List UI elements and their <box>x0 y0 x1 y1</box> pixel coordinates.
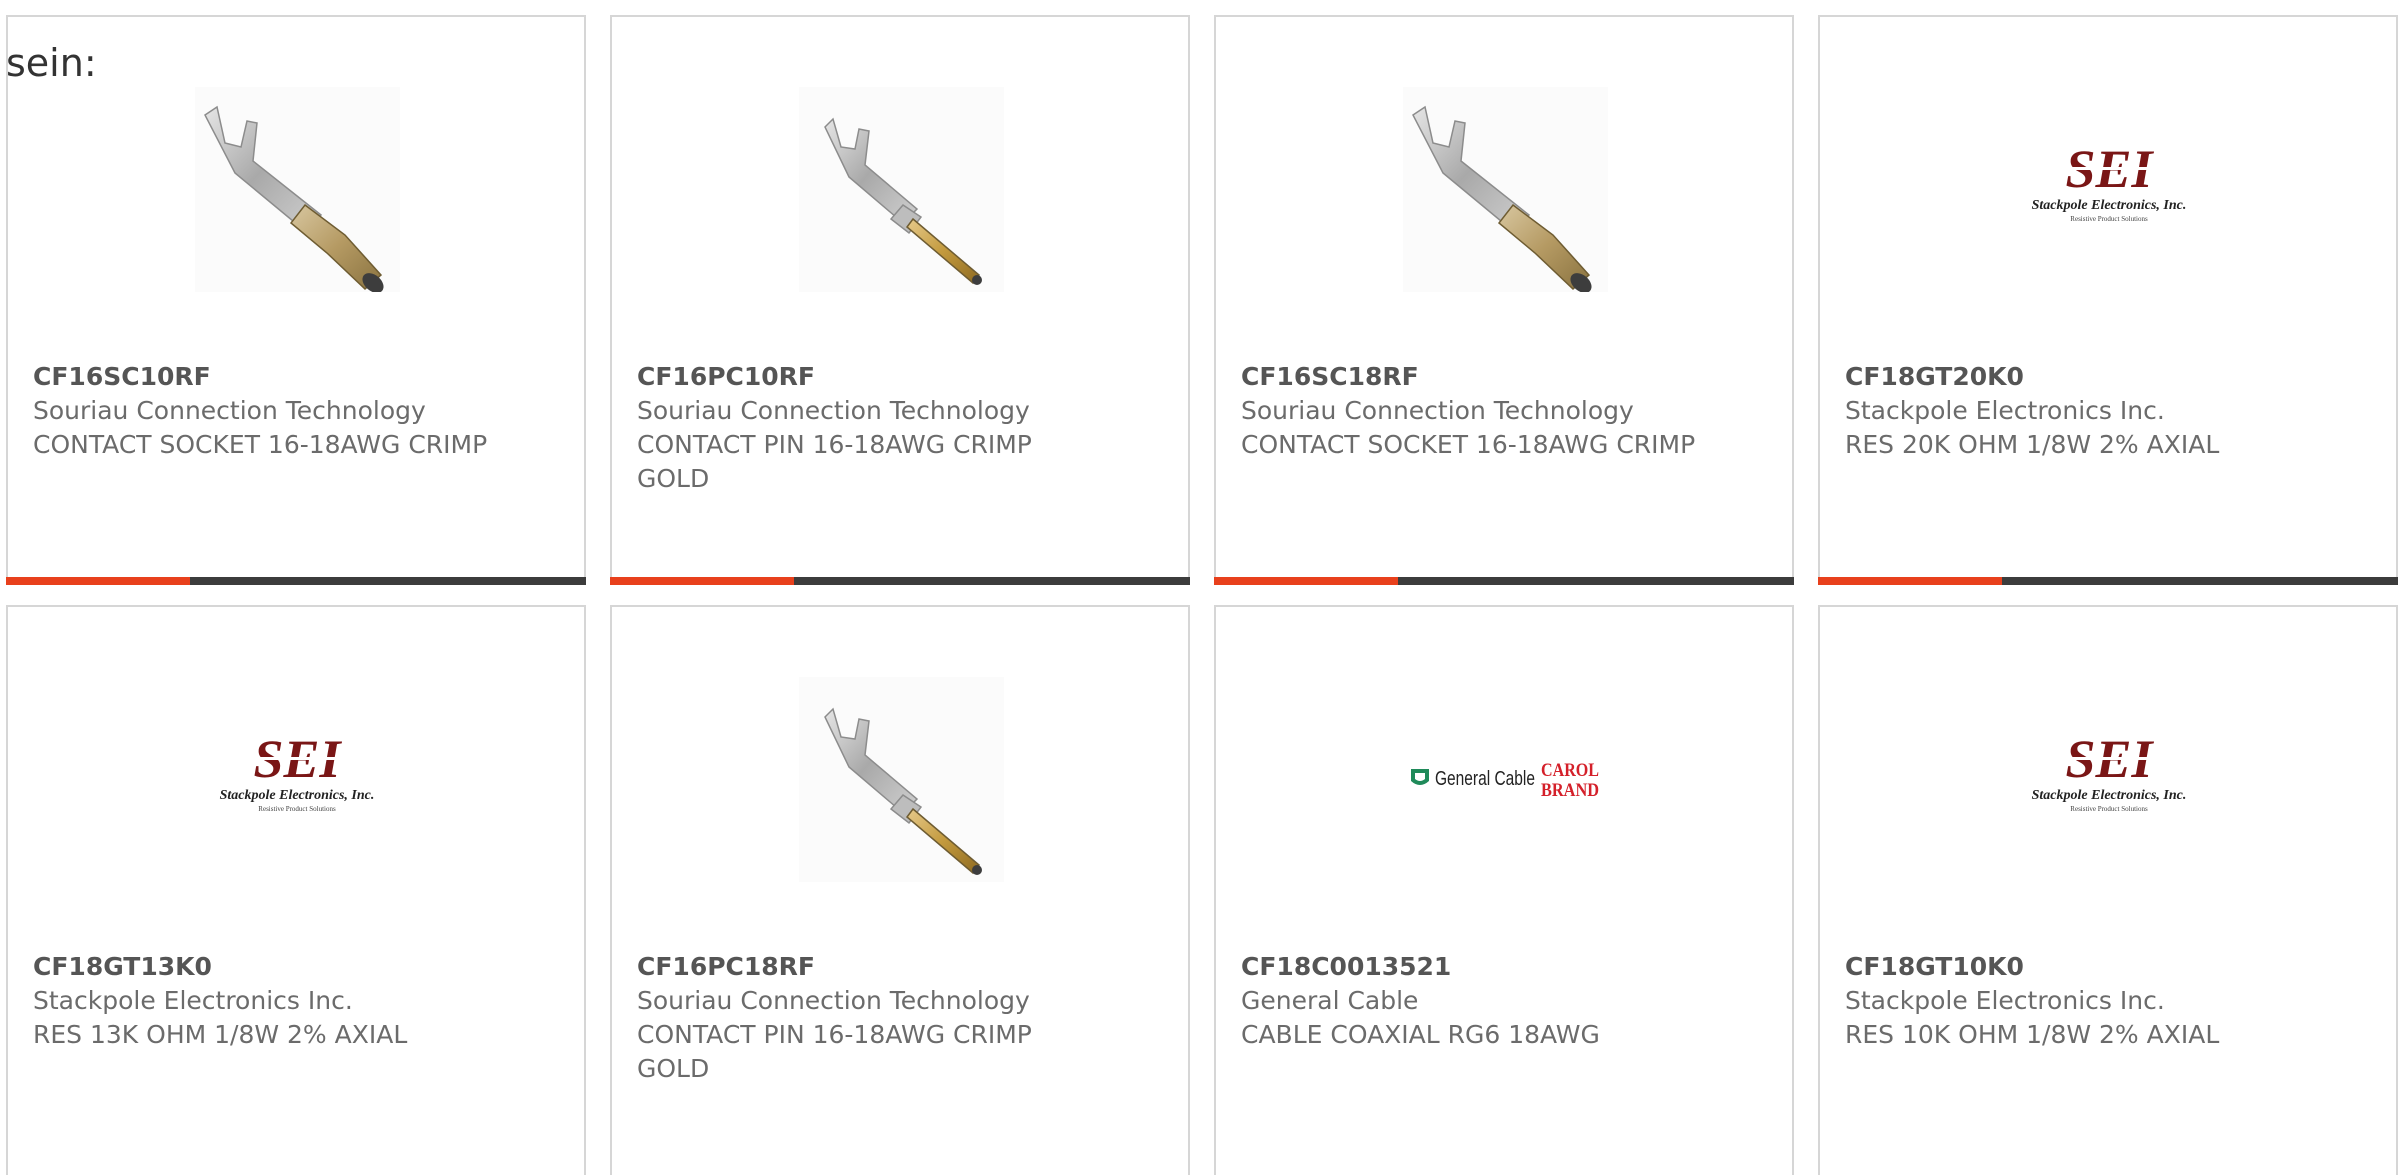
description: RES 13K OHM 1/8W 2% AXIAL <box>33 1020 408 1049</box>
product-image[interactable]: General Cable CAROL BRAND <box>1403 677 1608 882</box>
product-image[interactable] <box>1403 87 1608 292</box>
card-bar-accent <box>1214 577 1398 585</box>
manufacturer: Souriau Connection Technology <box>637 986 1030 1015</box>
sei-logo-tagline: Resistive Product Solutions <box>2070 215 2148 223</box>
manufacturer: General Cable <box>1241 986 1419 1015</box>
part-number[interactable]: CF16PC18RF <box>637 950 1097 984</box>
part-number[interactable]: CF18GT20K0 <box>1845 360 2305 394</box>
product-card[interactable]: SEI Stackpole Electronics, Inc. Resistiv… <box>1818 15 2398 585</box>
sei-logo-tagline: Resistive Product Solutions <box>258 805 336 813</box>
product-card[interactable]: CF16PC10RF Souriau Connection Technology… <box>610 15 1190 585</box>
part-number[interactable]: CF16SC10RF <box>33 360 493 394</box>
contact-pin-icon <box>799 87 1004 292</box>
description: CABLE COAXIAL RG6 18AWG <box>1241 1020 1600 1049</box>
part-number[interactable]: CF18GT10K0 <box>1845 950 2305 984</box>
card-bar <box>1214 577 1794 585</box>
part-number[interactable]: CF18GT13K0 <box>33 950 493 984</box>
card-bar <box>610 577 1190 585</box>
product-image[interactable] <box>799 87 1004 292</box>
part-number[interactable]: CF16SC18RF <box>1241 360 1701 394</box>
part-number[interactable]: CF18C0013521 <box>1241 950 1701 984</box>
contact-socket-icon <box>195 87 400 292</box>
card-bar <box>6 577 586 585</box>
product-card[interactable]: CF16SC18RF Souriau Connection Technology… <box>1214 15 1794 585</box>
product-grid: CF16SC10RF Souriau Connection Technology… <box>6 15 2400 1175</box>
manufacturer: Stackpole Electronics Inc. <box>1845 396 2165 425</box>
product-card[interactable]: CF16PC18RF Souriau Connection Technology… <box>610 605 1190 1175</box>
sei-logo-tagline: Resistive Product Solutions <box>2070 805 2148 813</box>
contact-socket-icon <box>1403 87 1608 292</box>
product-card[interactable]: SEI Stackpole Electronics, Inc. Resistiv… <box>1818 605 2398 1175</box>
description: RES 10K OHM 1/8W 2% AXIAL <box>1845 1020 2220 1049</box>
general-cable-text: General Cable <box>1435 768 1535 790</box>
carol-line1: CAROL <box>1541 760 1599 781</box>
manufacturer: Souriau Connection Technology <box>637 396 1030 425</box>
general-cable-logo: General Cable CAROL BRAND <box>1411 757 1601 801</box>
product-card[interactable]: SEI Stackpole Electronics, Inc. Resistiv… <box>6 605 586 1175</box>
contact-pin-icon <box>799 677 1004 882</box>
product-card[interactable]: CF16SC10RF Souriau Connection Technology… <box>6 15 586 585</box>
product-card[interactable]: General Cable CAROL BRAND CF18C0013521 G… <box>1214 605 1794 1175</box>
manufacturer: Stackpole Electronics Inc. <box>33 986 353 1015</box>
sei-logo: SEI Stackpole Electronics, Inc. Resistiv… <box>220 729 375 813</box>
manufacturer: Stackpole Electronics Inc. <box>1845 986 2165 1015</box>
part-number[interactable]: CF16PC10RF <box>637 360 1097 394</box>
card-bar-accent <box>6 577 190 585</box>
product-image[interactable] <box>799 677 1004 882</box>
sei-logo-name: Stackpole Electronics, Inc. <box>220 788 375 803</box>
description: CONTACT SOCKET 16-18AWG CRIMP <box>1241 430 1696 459</box>
product-image[interactable]: SEI Stackpole Electronics, Inc. Resistiv… <box>2007 87 2212 292</box>
description: CONTACT PIN 16-18AWG CRIMP GOLD <box>637 1020 1032 1083</box>
description: RES 20K OHM 1/8W 2% AXIAL <box>1845 430 2220 459</box>
description: CONTACT SOCKET 16-18AWG CRIMP <box>33 430 488 459</box>
sei-logo-name: Stackpole Electronics, Inc. <box>2032 788 2187 803</box>
carol-line2: BRAND <box>1541 780 1599 801</box>
card-bar-accent <box>610 577 794 585</box>
sei-logo: SEI Stackpole Electronics, Inc. Resistiv… <box>2032 139 2187 223</box>
sei-logo-name: Stackpole Electronics, Inc. <box>2032 198 2187 213</box>
product-image[interactable]: SEI Stackpole Electronics, Inc. Resistiv… <box>195 677 400 882</box>
card-bar-accent <box>1818 577 2002 585</box>
card-bar <box>1818 577 2398 585</box>
sei-logo: SEI Stackpole Electronics, Inc. Resistiv… <box>2032 729 2187 813</box>
intro-text: sein: <box>6 41 97 85</box>
description: CONTACT PIN 16-18AWG CRIMP GOLD <box>637 430 1032 493</box>
product-image[interactable]: SEI Stackpole Electronics, Inc. Resistiv… <box>2007 677 2212 882</box>
product-image[interactable] <box>195 87 400 292</box>
manufacturer: Souriau Connection Technology <box>33 396 426 425</box>
manufacturer: Souriau Connection Technology <box>1241 396 1634 425</box>
